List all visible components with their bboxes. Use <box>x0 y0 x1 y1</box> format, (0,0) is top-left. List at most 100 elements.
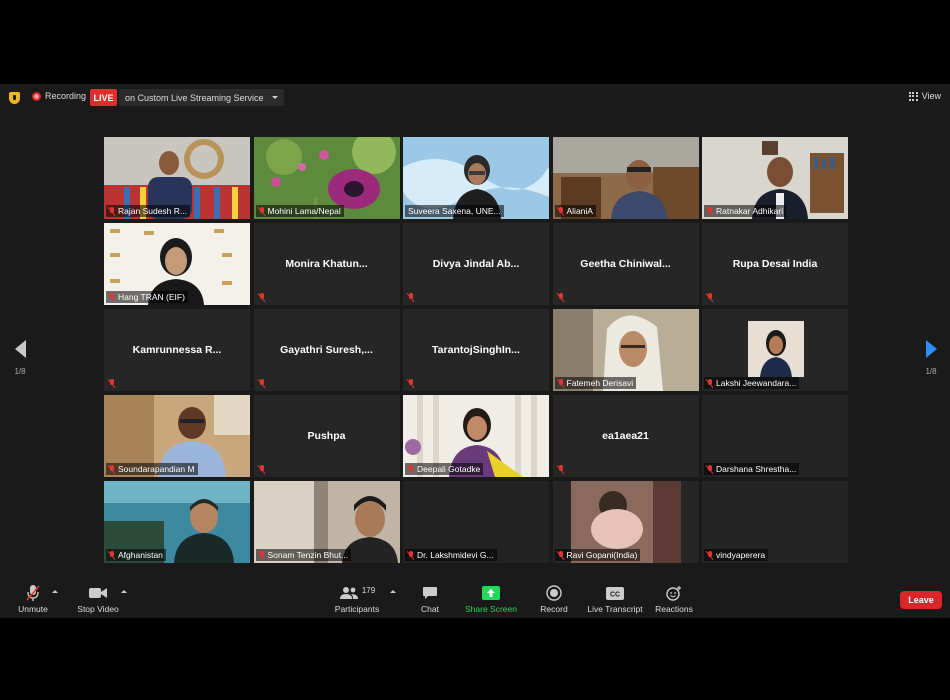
unmute-label: Unmute <box>18 604 48 614</box>
live-badge: LIVE <box>90 89 117 106</box>
muted-mic-icon <box>108 293 116 302</box>
video-options-chevron-icon[interactable] <box>121 590 127 593</box>
page-indicator-left: 1/8 <box>14 367 26 376</box>
participant-tile[interactable]: Ratnakar Adhikari <box>702 137 848 219</box>
participant-tile[interactable]: Geetha Chiniwal... <box>552 223 699 305</box>
participants-button[interactable]: 179 Participants <box>333 584 381 615</box>
muted-mic-icon <box>258 207 266 216</box>
record-button[interactable]: Record <box>538 584 570 614</box>
participant-tile[interactable]: vindyaperera <box>702 481 848 563</box>
muted-microphone-icon <box>14 584 52 602</box>
gallery-grid: Rajan Sudesh R... Mohini Lama/Nepal Suve… <box>104 137 848 563</box>
view-label: View <box>921 91 941 101</box>
participant-tile[interactable]: Rajan Sudesh R... <box>104 137 250 219</box>
muted-mic-icon <box>108 207 116 216</box>
participant-tile[interactable]: Lakshi Jeewandara... <box>702 309 848 391</box>
participant-name-label: Rajan Sudesh R... <box>106 205 190 217</box>
live-transcript-label: Live Transcript <box>587 604 643 614</box>
participant-tile[interactable]: Kamrunnessa R... <box>104 309 250 391</box>
share-screen-button[interactable]: Share Screen <box>464 584 518 614</box>
meeting-controls-toolbar: Unmute Stop Video 179 Participants Chat … <box>0 580 950 618</box>
participant-tile[interactable]: Deepali Gotadke <box>403 395 549 477</box>
participant-name: Monira Khatun... <box>285 258 368 270</box>
unmute-button[interactable]: Unmute <box>14 584 52 614</box>
prev-page-button[interactable]: 1/8 <box>10 340 30 376</box>
closed-caption-icon: CC <box>586 584 644 602</box>
stop-video-button[interactable]: Stop Video <box>74 584 122 614</box>
participant-name: Pushpa <box>307 430 346 442</box>
muted-mic-icon <box>407 293 415 302</box>
participants-options-chevron-icon[interactable] <box>390 590 396 593</box>
stop-video-label: Stop Video <box>77 604 119 614</box>
participant-mute-status <box>256 377 271 389</box>
participant-tile[interactable]: Dr. Lakshmidevi G... <box>403 481 549 563</box>
record-icon <box>538 584 570 602</box>
participant-tile[interactable]: Divya Jindal Ab... <box>403 223 549 305</box>
meeting-window: Recording LIVE on Custom Live Streaming … <box>0 84 950 618</box>
participant-tile[interactable]: AlianiA <box>552 137 699 219</box>
reactions-button[interactable]: Reactions <box>654 584 694 614</box>
share-screen-arrow-icon <box>464 584 518 602</box>
leave-button[interactable]: Leave <box>900 591 942 609</box>
participant-name-label: Sonam Tenzin Bhut... <box>255 549 352 561</box>
participant-tile[interactable]: Rupa Desai India <box>702 223 848 305</box>
participant-mute-status <box>256 463 271 475</box>
recording-indicator[interactable]: Recording <box>32 91 86 101</box>
participant-tile[interactable]: TarantojSinghIn... <box>403 309 549 391</box>
live-stream-dropdown[interactable]: on Custom Live Streaming Service <box>119 89 284 106</box>
participant-mute-status <box>106 377 121 389</box>
participant-tile[interactable]: ea1aea21 <box>552 395 699 477</box>
muted-mic-icon <box>407 551 415 560</box>
participant-name-label: Soundarapandian M <box>106 463 198 475</box>
participant-tile-active-speaker[interactable]: Suveera Saxena, UNE... <box>403 137 549 219</box>
muted-mic-icon <box>706 465 714 474</box>
chat-label: Chat <box>421 604 439 614</box>
participant-mute-status <box>256 291 271 303</box>
participant-tile[interactable]: Pushpa <box>253 395 400 477</box>
grid-view-icon <box>908 91 918 101</box>
participant-tile[interactable]: Darshana Shrestha... <box>702 395 848 477</box>
muted-mic-icon <box>108 551 116 560</box>
participant-tile[interactable]: Fatemeh Derisavi <box>552 309 699 391</box>
participant-name-label: Deepali Gotadke <box>405 463 484 475</box>
participant-name-label: Suveera Saxena, UNE... <box>405 205 504 217</box>
participant-name: ea1aea21 <box>602 430 649 442</box>
record-label: Record <box>540 604 568 614</box>
top-bar: Recording LIVE on Custom Live Streaming … <box>0 84 950 110</box>
muted-mic-icon <box>557 293 565 302</box>
participant-name-label: Mohini Lama/Nepal <box>255 205 344 217</box>
svg-text:CC: CC <box>610 591 620 598</box>
participants-label: Participants <box>334 604 380 614</box>
security-shield-icon[interactable] <box>9 92 20 104</box>
participant-name: Geetha Chiniwal... <box>580 258 671 270</box>
muted-mic-icon <box>407 465 415 474</box>
chat-button[interactable]: Chat <box>416 584 444 614</box>
muted-mic-icon <box>706 379 714 388</box>
participants-count: 179 <box>361 585 376 595</box>
recording-label: Recording <box>45 91 87 101</box>
muted-mic-icon <box>557 465 565 474</box>
participant-tile[interactable]: Monira Khatun... <box>253 223 400 305</box>
view-button[interactable]: View <box>908 91 941 101</box>
muted-mic-icon <box>258 293 266 302</box>
participant-name: Rupa Desai India <box>732 258 818 270</box>
participant-name: Kamrunnessa R... <box>132 344 222 356</box>
next-page-button[interactable]: 1/8 <box>921 340 941 376</box>
muted-mic-icon <box>258 551 266 560</box>
page-indicator-right: 1/8 <box>925 367 937 376</box>
participant-tile[interactable]: Afghanistan <box>104 481 250 563</box>
participant-tile[interactable]: Soundarapandian M <box>104 395 250 477</box>
participant-tile[interactable]: Mohini Lama/Nepal <box>253 137 400 219</box>
participant-tile[interactable]: Ravi Gopani(India) <box>552 481 699 563</box>
smiley-face-icon <box>654 584 694 602</box>
participant-tile[interactable]: Hang TRAN (EIF) <box>104 223 250 305</box>
chat-bubble-icon <box>416 584 444 602</box>
audio-options-chevron-icon[interactable] <box>52 590 58 593</box>
participant-tile[interactable]: Sonam Tenzin Bhut... <box>253 481 400 563</box>
participant-name-label: Ratnakar Adhikari <box>704 205 787 217</box>
video-camera-icon <box>74 584 122 602</box>
live-transcript-button[interactable]: CC Live Transcript <box>586 584 644 614</box>
participant-tile[interactable]: Gayathri Suresh,... <box>253 309 400 391</box>
participant-mute-status <box>405 291 420 303</box>
muted-mic-icon <box>407 379 415 388</box>
